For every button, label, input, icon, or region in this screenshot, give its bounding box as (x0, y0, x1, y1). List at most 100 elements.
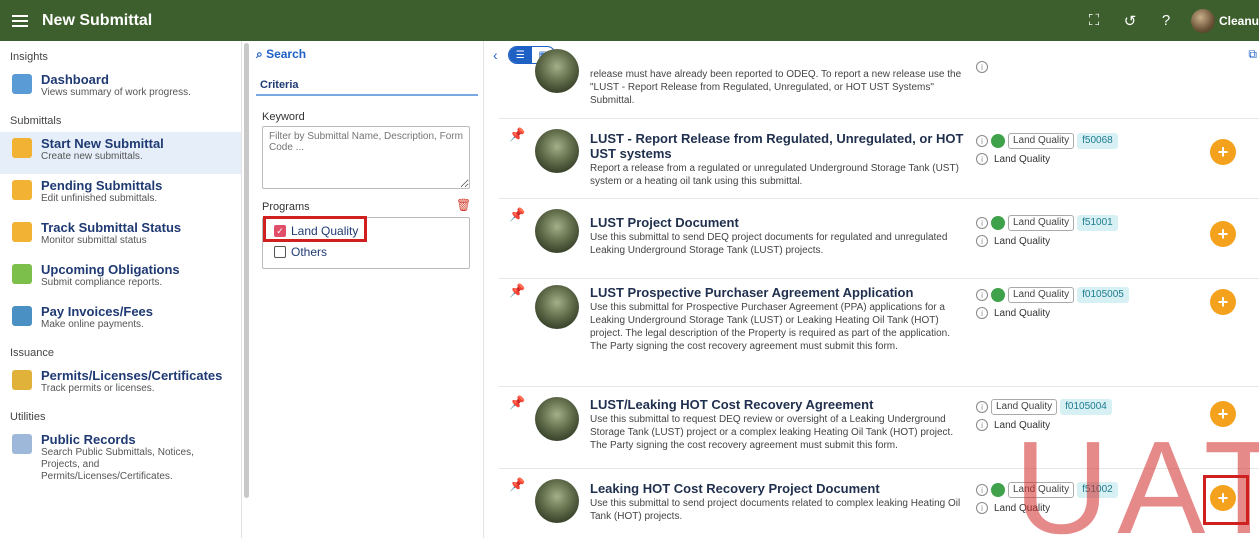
program-option-others[interactable]: Others (274, 245, 327, 259)
pin-icon[interactable]: 📌 (509, 127, 525, 143)
submittal-thumbnail (535, 209, 579, 253)
form-code-badge: f51001 (1077, 215, 1118, 231)
sidebar-item-subtitle: Views summary of work progress. (41, 87, 191, 98)
pin-icon[interactable]: 📌 (509, 283, 525, 299)
sidebar-item-permits[interactable]: Permits/Licenses/Certificates Track permi… (0, 364, 241, 406)
sidebar-item-track-submittal-status[interactable]: Track Submittal Status Monitor submittal … (0, 216, 241, 258)
add-submittal-button[interactable]: + (1210, 401, 1236, 427)
sidebar-item-public-records[interactable]: Public Records Search Public Submittals, … (0, 428, 241, 488)
public-globe-icon (991, 483, 1005, 497)
info-icon[interactable]: i (976, 307, 988, 319)
info-icon[interactable]: i (976, 289, 988, 301)
keyword-input[interactable] (262, 126, 470, 189)
submittal-card: 📌 LUST/Leaking HOT Cost Recovery Agreeme… (499, 395, 1259, 469)
sidebar-item-upcoming-obligations[interactable]: Upcoming Obligations Submit compliance re… (0, 258, 241, 300)
sidebar-item-subtitle: Track permits or licenses. (41, 383, 155, 394)
info-icon[interactable]: i (976, 135, 988, 147)
payment-icon (12, 306, 32, 326)
info-icon[interactable]: i (976, 61, 988, 73)
pin-icon[interactable]: 📌 (509, 395, 525, 411)
add-submittal-button[interactable]: + (1210, 289, 1236, 315)
public-globe-icon (991, 134, 1005, 148)
submittal-title[interactable]: Leaking HOT Cost Recovery Project Docume… (590, 481, 965, 496)
submittal-thumbnail (535, 49, 579, 93)
program-line: Land Quality (994, 419, 1051, 431)
hamburger-menu-icon[interactable] (12, 14, 28, 27)
sidebar-item-start-new-submittal[interactable]: Start New Submittal Create new submittals… (0, 132, 241, 174)
highlight-box (1203, 475, 1249, 525)
program-badge: Land Quality (991, 399, 1058, 415)
pin-icon[interactable]: 📌 (509, 477, 525, 493)
submittal-card: 📌 LUST Prospective Purchaser Agreement A… (499, 283, 1259, 387)
info-icon[interactable]: i (976, 401, 988, 413)
sidebar-item-subtitle: Monitor submittal status (41, 235, 147, 246)
sidebar-item-subtitle: Search Public Submittals, Notices, Proje… (41, 447, 194, 482)
new-submittal-icon (12, 138, 32, 158)
program-badge: Land Quality (1008, 133, 1075, 149)
help-icon[interactable]: ? (1155, 10, 1177, 32)
tab-criteria[interactable]: Criteria (260, 79, 299, 91)
sidebar-item-title: Start New Submittal (41, 136, 164, 151)
tab-underline (256, 94, 478, 96)
permits-icon (12, 370, 32, 390)
program-badge: Land Quality (1008, 482, 1075, 498)
sidebar-item-pending-submittals[interactable]: Pending Submittals Edit unfinished submit… (0, 174, 241, 216)
checkbox-icon[interactable] (274, 246, 286, 258)
form-code-badge: f0105004 (1060, 399, 1112, 415)
sidebar-section-utilities: Utilities (10, 411, 46, 423)
info-icon[interactable]: i (976, 419, 988, 431)
user-name[interactable]: Cleanu (1219, 14, 1259, 28)
submittal-title[interactable]: LUST Project Document (590, 215, 965, 230)
submittal-description: Use this submittal to send project docum… (590, 498, 961, 522)
page-title: New Submittal (42, 11, 153, 29)
sidebar-section-issuance: Issuance (10, 347, 55, 359)
program-line: Land Quality (994, 235, 1051, 247)
submittal-thumbnail (535, 129, 579, 173)
submittal-description: Use this submittal to send DEQ project d… (590, 232, 948, 256)
info-icon[interactable]: i (976, 153, 988, 165)
submittal-card: 📌 Leaking HOT Cost Recovery Project Docu… (499, 477, 1259, 538)
add-submittal-button[interactable]: + (1210, 221, 1236, 247)
trash-icon[interactable]: 🗑 (456, 198, 471, 212)
sidebar-item-title: Upcoming Obligations (41, 262, 180, 277)
sidebar-item-subtitle: Create new submittals. (41, 151, 143, 162)
info-icon[interactable]: i (976, 235, 988, 247)
submittal-title[interactable]: LUST - Report Release from Regulated, Un… (590, 131, 965, 161)
keyword-label: Keyword (262, 111, 305, 123)
submittal-description: Report a release from a regulated or unr… (590, 163, 959, 187)
sidebar-item-dashboard[interactable]: Dashboard Views summary of work progress. (0, 68, 241, 110)
submittal-card: 📌 LUST Project Document Use this submitt… (499, 207, 1259, 279)
avatar[interactable] (1190, 8, 1215, 33)
info-icon[interactable]: i (976, 484, 988, 496)
submittal-title[interactable]: LUST/Leaking HOT Cost Recovery Agreement (590, 397, 965, 412)
search-link[interactable]: ⌕ Search (256, 47, 306, 62)
form-code-badge: f51002 (1077, 482, 1118, 498)
info-icon[interactable]: i (976, 502, 988, 514)
obligations-icon (12, 264, 32, 284)
pin-icon[interactable]: 📌 (509, 207, 525, 223)
submittal-description: Use this submittal to request DEQ review… (590, 414, 954, 451)
sidebar-item-title: Track Submittal Status (41, 220, 182, 235)
criteria-panel: ⌕ Search Criteria Keyword Programs 🗑 ✓ L… (248, 41, 484, 538)
submittal-title[interactable]: LUST Prospective Purchaser Agreement App… (590, 285, 965, 300)
submittal-thumbnail (535, 285, 579, 329)
sidebar: Insights Dashboard Views summary of work … (0, 41, 249, 538)
sidebar-item-title: Pending Submittals (41, 178, 163, 193)
submittal-thumbnail (535, 397, 579, 441)
form-code-badge: f50068 (1077, 133, 1118, 149)
submittal-card: release must have already been reported … (499, 41, 1259, 119)
public-globe-icon (991, 288, 1005, 302)
sidebar-item-subtitle: Edit unfinished submittals. (41, 193, 158, 204)
public-records-icon (12, 434, 32, 454)
info-icon[interactable]: i (976, 217, 988, 229)
dashboard-icon (12, 74, 32, 94)
sidebar-item-pay-invoices[interactable]: Pay Invoices/Fees Make online payments. (0, 300, 241, 342)
program-option-label: Others (291, 245, 328, 259)
add-submittal-button[interactable]: + (1210, 139, 1236, 165)
program-badge: Land Quality (1008, 215, 1075, 231)
fullscreen-icon[interactable]: ⛶ (1083, 10, 1105, 32)
program-line: Land Quality (994, 307, 1051, 319)
sidebar-section-insights: Insights (10, 51, 48, 63)
history-icon[interactable]: ↺ (1119, 10, 1141, 32)
collapse-panel-icon[interactable]: ‹ (493, 47, 498, 63)
